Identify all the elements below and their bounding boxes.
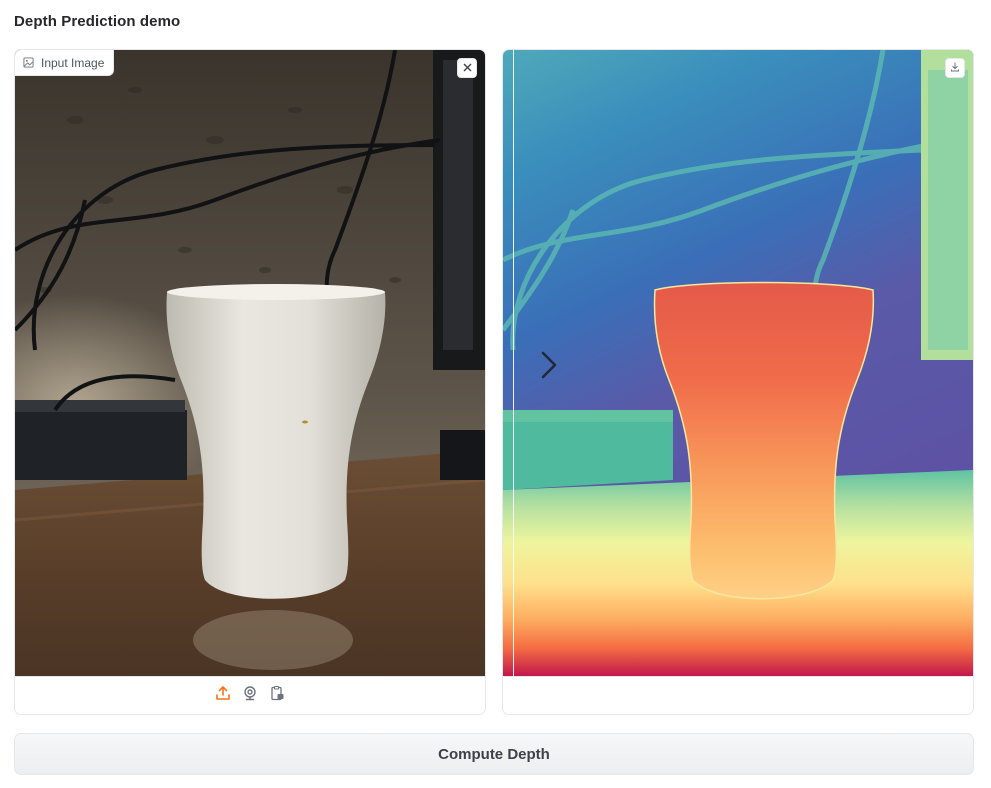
clear-image-button[interactable] (457, 58, 477, 78)
image-icon (23, 57, 34, 68)
close-icon (463, 59, 472, 77)
input-image-label-text: Input Image (41, 55, 105, 70)
compute-depth-button[interactable]: Compute Depth (14, 733, 974, 775)
image-source-toolbar (15, 676, 485, 714)
clipboard-source-button[interactable] (269, 685, 286, 706)
input-image-label: Input Image (15, 50, 115, 76)
comparison-slider-line[interactable] (513, 50, 514, 677)
clipboard-icon (269, 685, 285, 706)
app-root: Depth Prediction demo Input Image Comput… (0, 0, 991, 788)
output-footer (503, 676, 973, 714)
input-image[interactable] (15, 50, 485, 677)
download-button[interactable] (945, 58, 965, 78)
slider-handle[interactable] (537, 350, 561, 380)
depth-output-panel (502, 49, 974, 715)
depth-output-image[interactable] (503, 50, 973, 677)
upload-icon (215, 685, 231, 706)
webcam-icon (242, 685, 258, 706)
page-title: Depth Prediction demo (14, 13, 181, 30)
webcam-source-button[interactable] (242, 685, 259, 706)
chevron-right-icon (537, 350, 561, 380)
upload-source-button[interactable] (215, 685, 232, 706)
download-icon (950, 59, 960, 77)
input-image-panel: Input Image (14, 49, 486, 715)
